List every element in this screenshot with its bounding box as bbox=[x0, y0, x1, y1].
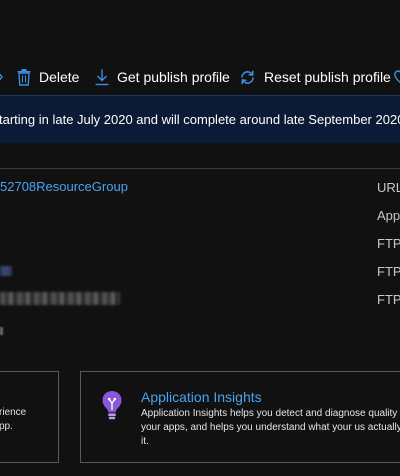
refresh-icon bbox=[239, 69, 256, 86]
application-insights-card[interactable]: Application Insights Application Insight… bbox=[80, 371, 400, 463]
info-banner: tarting in late July 2020 and will compl… bbox=[0, 95, 400, 143]
reset-publish-profile-label: Reset publish profile bbox=[264, 69, 391, 85]
app-service-plan-label: App bbox=[377, 208, 400, 223]
partial-toolbar-icon bbox=[0, 73, 3, 81]
resource-group-link[interactable]: 52708ResourceGroup bbox=[0, 179, 128, 194]
essentials-divider bbox=[0, 168, 400, 169]
banner-text: tarting in late July 2020 and will compl… bbox=[0, 111, 400, 127]
card-text-line: rience bbox=[0, 407, 27, 418]
card-text-line: pp. bbox=[0, 421, 13, 432]
delete-button[interactable]: Delete bbox=[17, 60, 79, 94]
ftp-deployment-user-label: FTP/ bbox=[377, 236, 400, 251]
feature-card[interactable]: rience pp. bbox=[0, 371, 59, 463]
get-publish-profile-label: Get publish profile bbox=[117, 69, 230, 85]
redacted-value bbox=[0, 292, 120, 305]
reset-publish-profile-button[interactable]: Reset publish profile bbox=[239, 60, 391, 94]
card-description: Application Insights helps you detect an… bbox=[141, 408, 400, 447]
download-icon bbox=[95, 69, 109, 86]
redacted-value bbox=[0, 266, 12, 276]
app-service-overview: Delete Get publish profile Reset publish… bbox=[0, 0, 400, 476]
delete-label: Delete bbox=[39, 69, 80, 85]
trash-icon bbox=[17, 68, 31, 86]
lightbulb-icon bbox=[102, 391, 122, 420]
ftps-hostname-label: FTPS bbox=[377, 292, 400, 307]
card-title: Application Insights bbox=[141, 389, 262, 405]
redacted-value bbox=[0, 327, 3, 335]
command-bar: Delete Get publish profile Reset publish… bbox=[0, 60, 400, 94]
feedback-button[interactable] bbox=[394, 60, 400, 94]
get-publish-profile-button[interactable]: Get publish profile bbox=[95, 60, 230, 94]
heart-icon bbox=[394, 69, 400, 86]
url-label: URL bbox=[377, 180, 400, 195]
ftp-hostname-label: FTP bbox=[377, 264, 400, 279]
